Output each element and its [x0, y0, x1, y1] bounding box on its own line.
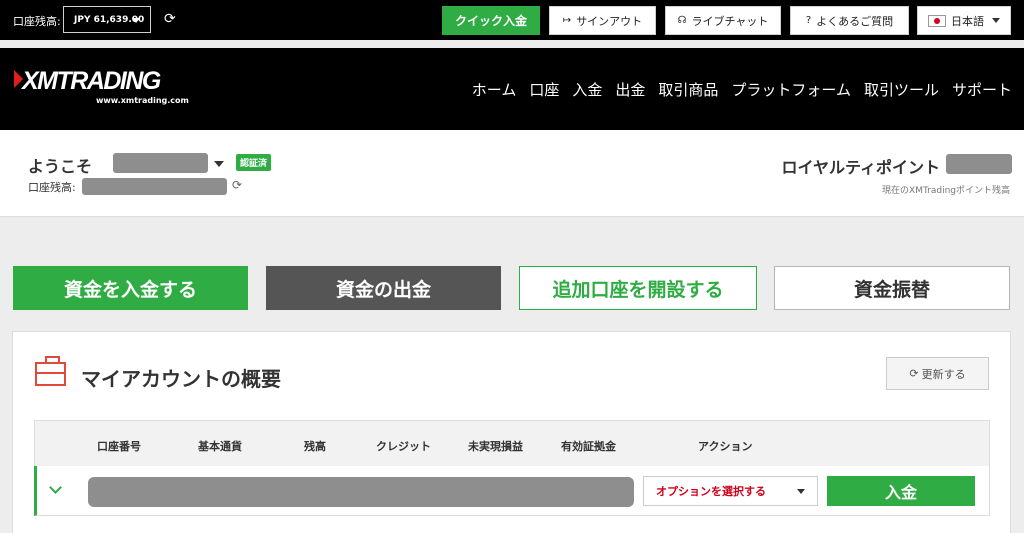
chevron-down-icon — [992, 18, 1000, 23]
nav-item-platforms[interactable]: プラットフォーム — [731, 79, 851, 100]
nav-item-deposit[interactable]: 入金 — [572, 79, 602, 100]
column-unrealized-pnl: 未実現損益 — [468, 440, 523, 453]
withdraw-funds-button[interactable]: 資金の出金 — [266, 266, 501, 310]
redacted-loyalty-points — [946, 154, 1012, 174]
column-balance: 残高 — [304, 440, 326, 453]
table-row: オプションを選択する 入金 — [34, 466, 990, 516]
panel-title: マイアカウントの概要 — [81, 367, 281, 391]
chevron-down-icon[interactable] — [49, 481, 62, 494]
faq-button[interactable]: ? よくあるご質問 — [790, 6, 909, 35]
question-circle-icon: ? — [805, 15, 812, 26]
update-label: 更新する — [921, 367, 966, 381]
column-equity: 有効証拠金 — [561, 440, 616, 453]
sign-out-label: サインアウト — [576, 14, 643, 28]
update-button[interactable]: ⟳ 更新する — [886, 357, 989, 390]
briefcase-icon — [35, 356, 66, 386]
account-overview-panel: マイアカウントの概要 ⟳ 更新する 口座番号 基本通貨 残高 クレジット 未実現… — [12, 331, 1011, 533]
table-header: 口座番号 基本通貨 残高 クレジット 未実現損益 有効証拠金 アクション — [34, 420, 990, 467]
column-account-number: 口座番号 — [97, 440, 141, 453]
chevron-down-icon — [797, 489, 805, 494]
nav-item-home[interactable]: ホーム — [472, 79, 517, 100]
sign-out-icon: ↦ — [562, 15, 572, 26]
column-base-currency: 基本通貨 — [198, 440, 242, 453]
faq-label: よくあるご質問 — [816, 14, 894, 28]
redacted-balance — [82, 178, 227, 195]
headset-icon: ☊ — [677, 15, 687, 26]
option-select[interactable]: オプションを選択する — [643, 476, 818, 506]
live-chat-label: ライブチャット — [691, 14, 769, 28]
column-action: アクション — [698, 440, 753, 453]
refresh-icon: ⟳ — [909, 367, 919, 380]
logo[interactable]: XMTRADING — [22, 67, 161, 96]
live-chat-button[interactable]: ☊ ライブチャット — [665, 6, 781, 35]
column-credit: クレジット — [376, 440, 431, 453]
open-additional-account-button[interactable]: 追加口座を開設する — [519, 266, 757, 310]
loyalty-points-title: ロイヤルティポイント — [781, 158, 940, 177]
language-label: 日本語 — [951, 14, 984, 28]
chevron-down-icon[interactable] — [214, 161, 224, 167]
quick-deposit-button[interactable]: クイック入金 — [442, 6, 540, 35]
welcome-panel: ようこそ 認証済 口座残高: ⟳ ロイヤルティポイント 現在のXMTrading… — [0, 130, 1024, 217]
main-nav: ホーム 口座 入金 出金 取引商品 プラットフォーム 取引ツール サポート — [472, 79, 1012, 100]
balance-label: 口座残高: — [13, 15, 61, 28]
nav-item-support[interactable]: サポート — [952, 79, 1012, 100]
redacted-username[interactable] — [113, 153, 208, 173]
main-header: XMTRADING www.xmtrading.com ホーム 口座 入金 出金… — [0, 48, 1024, 130]
option-select-label: オプションを選択する — [656, 485, 766, 498]
refresh-icon[interactable]: ⟳ — [164, 12, 176, 26]
transfer-funds-button[interactable]: 資金振替 — [774, 266, 1010, 310]
nav-item-tools[interactable]: 取引ツール — [864, 79, 939, 100]
language-select[interactable]: 日本語 — [917, 6, 1011, 35]
sign-out-button[interactable]: ↦ サインアウト — [549, 6, 656, 35]
redacted-account-details — [88, 477, 634, 507]
top-utility-bar: 口座残高: JPY 61,639.00 ⟳ クイック入金 ↦ サインアウト ☊ … — [0, 0, 1024, 40]
refresh-icon[interactable]: ⟳ — [232, 178, 242, 192]
nav-item-instruments[interactable]: 取引商品 — [658, 79, 718, 100]
nav-item-withdrawal[interactable]: 出金 — [615, 79, 645, 100]
loyalty-points-subtitle: 現在のXMTradingポイント残高 — [882, 186, 1010, 196]
japan-flag-icon — [928, 14, 946, 27]
nav-item-accounts[interactable]: 口座 — [529, 79, 559, 100]
balance-currency-select[interactable]: JPY 61,639.00 — [63, 6, 151, 33]
logo-url: www.xmtrading.com — [96, 96, 189, 105]
greeting: ようこそ — [28, 157, 93, 176]
verified-badge: 認証済 — [236, 154, 272, 171]
balance-label: 口座残高: — [28, 181, 76, 194]
deposit-funds-button[interactable]: 資金を入金する — [13, 266, 248, 310]
row-deposit-button[interactable]: 入金 — [827, 476, 975, 506]
chevron-down-icon — [132, 18, 140, 23]
